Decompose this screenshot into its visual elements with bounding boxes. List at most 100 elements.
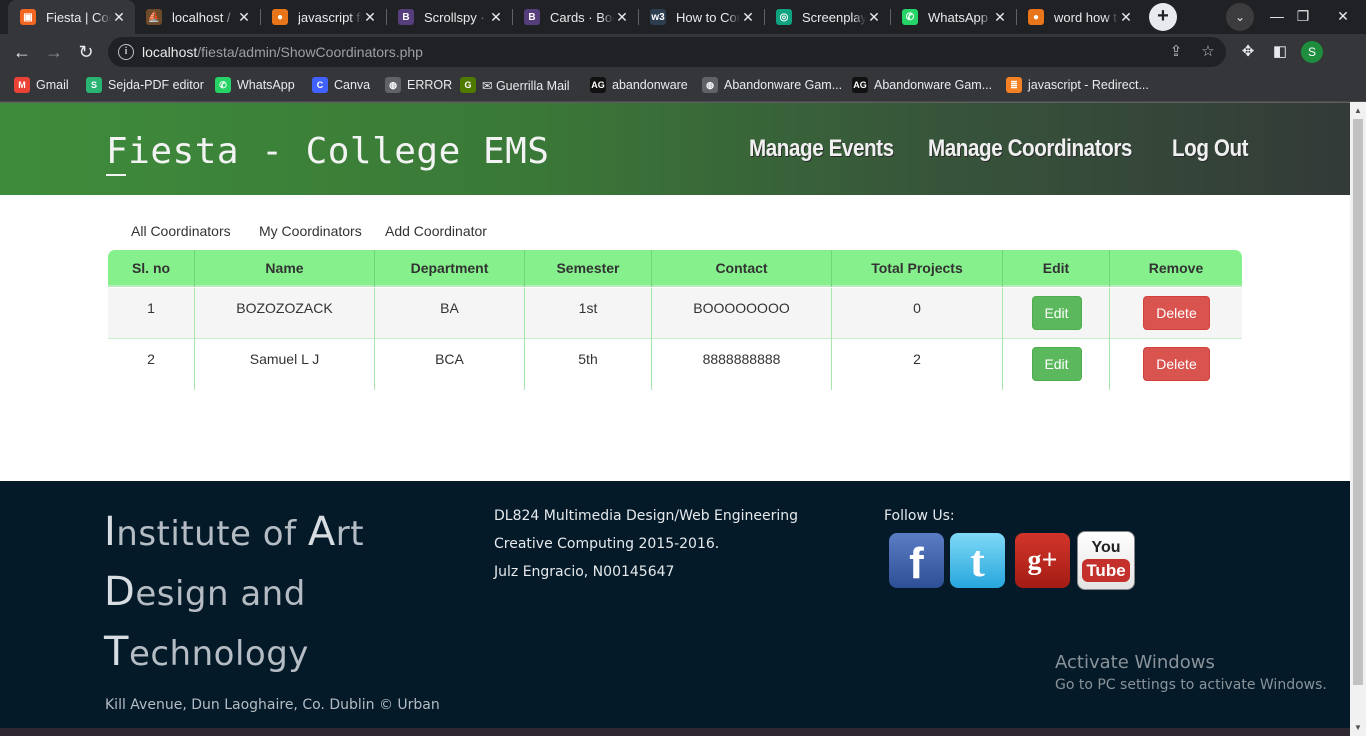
facebook-icon[interactable]: f (889, 533, 944, 588)
browser-tab[interactable]: ● word how to ✕ (1016, 0, 1142, 34)
tab-close-icon[interactable]: ✕ (362, 9, 378, 26)
scroll-down-arrow-icon[interactable]: ▼ (1354, 723, 1362, 732)
close-window-icon[interactable]: ✕ (1320, 0, 1366, 34)
browser-tab[interactable]: ● javascript find✕ (260, 0, 386, 34)
bookmark-item[interactable]: M Gmail (14, 77, 69, 93)
institute-name-line: Institute of Art (104, 509, 364, 555)
nav-link-manage-coordinators[interactable]: Manage Coordinators (928, 135, 1132, 163)
column-header: Total Projects (831, 250, 1002, 287)
tab-close-icon[interactable]: ✕ (236, 9, 252, 26)
bookmark-item[interactable]: S Sejda-PDF editor (86, 77, 204, 93)
tab-close-icon[interactable]: ✕ (866, 9, 882, 26)
institute-initial: A (307, 509, 336, 555)
bookmark-label: javascript - Redirect... (1028, 78, 1149, 92)
column-header: Department (374, 250, 524, 287)
tab-favicon-icon: B (398, 9, 414, 25)
scrollbar-thumb[interactable] (1353, 119, 1363, 685)
column-header: Edit (1002, 250, 1109, 287)
bookmark-item[interactable]: ✆ WhatsApp (215, 77, 295, 93)
bookmark-favicon-icon: G (460, 77, 476, 93)
table-cell-slno: 1 (147, 300, 155, 316)
tab-close-icon[interactable]: ✕ (488, 9, 504, 26)
forward-arrow-icon[interactable]: → (40, 38, 68, 66)
table-cell-total-projects: 0 (831, 288, 1002, 339)
google-plus-icon[interactable]: g+ (1015, 533, 1070, 588)
share-icon[interactable]: ⇪ (1166, 42, 1186, 62)
bookmark-label: Sejda-PDF editor (108, 78, 204, 92)
youtube-icon[interactable]: You Tube (1077, 531, 1135, 590)
bookmark-item[interactable]: ◍ ERROR (385, 77, 452, 93)
browser-tab[interactable]: B Cards · Bootstrap✕ (512, 0, 638, 34)
bookmark-favicon-icon: S (86, 77, 102, 93)
tab-title: Fiesta | Coordinators (46, 9, 111, 25)
table-row: 2 Samuel L J BCA 5th 8888888888 2 Edit Delete (108, 339, 1242, 390)
tab-close-icon[interactable]: ✕ (740, 9, 756, 26)
tab-favicon-icon: ✆ (902, 9, 918, 25)
table-cell-contact: 8888888888 (651, 339, 831, 390)
table-cell-edit: Edit (1002, 288, 1109, 339)
tab-close-icon[interactable]: ✕ (614, 9, 630, 26)
back-arrow-icon[interactable]: ← (8, 38, 36, 66)
subnav-all-coordinators[interactable]: All Coordinators (131, 223, 231, 239)
edit-button[interactable]: Edit (1031, 296, 1082, 330)
url-text[interactable]: localhost/fiesta/admin/ShowCoordinators.… (142, 44, 423, 60)
browser-tab[interactable]: ◎ Screenplay ✕ (764, 0, 890, 34)
bookmark-item[interactable]: ≣ javascript - Redirect... (1006, 77, 1149, 93)
institute-text: nstitute of (116, 514, 308, 554)
watermark-title: Activate Windows (1055, 652, 1215, 673)
subnav-add-coordinator[interactable]: Add Coordinator (385, 223, 487, 239)
browser-tab[interactable]: ▣ Fiesta | Coordinators✕ (8, 0, 135, 34)
bookmark-item[interactable]: G ✉ Guerrilla Mail (460, 77, 570, 93)
tab-favicon-icon: w3 (650, 9, 666, 25)
bookmark-item[interactable]: C Canva (312, 77, 370, 93)
table-cell-name: BOZOZOZACK (194, 288, 374, 339)
new-tab-button[interactable]: + (1149, 3, 1177, 31)
browser-tab[interactable]: ⛵ localhost / 127.0.0.1✕ (134, 0, 260, 34)
tab-close-icon[interactable]: ✕ (992, 9, 1008, 26)
youtube-you: You (1091, 539, 1121, 556)
bookmarks-bar: M Gmail S Sejda-PDF editor ✆ WhatsApp C Canva ◍ E… (0, 70, 1366, 102)
reload-icon[interactable]: ↻ (72, 38, 100, 66)
tab-title: word how to (1054, 9, 1118, 25)
delete-button[interactable]: Delete (1143, 347, 1210, 381)
edit-button[interactable]: Edit (1031, 347, 1082, 381)
bookmark-label: Canva (334, 78, 371, 92)
browser-tab[interactable]: B Scrollspy · Bootstrap✕ (386, 0, 512, 34)
delete-button[interactable]: Delete (1143, 296, 1210, 330)
tab-search-icon[interactable]: ⌄ (1226, 3, 1254, 31)
browser-tab[interactable]: ✆ WhatsApp ✕ (890, 0, 1016, 34)
bookmark-label: Abandonware Gam... (724, 78, 843, 92)
page-scrollbar[interactable]: ▲ ▼ (1350, 102, 1366, 736)
institute-text: echnology (128, 634, 309, 674)
bookmark-favicon-icon: ≣ (1006, 77, 1022, 93)
scroll-up-arrow-icon[interactable]: ▲ (1354, 106, 1362, 115)
twitter-icon[interactable]: t (950, 533, 1005, 588)
browser-tab[interactable]: w3 How to Convert✕ (638, 0, 764, 34)
subnav-my-coordinators[interactable]: My Coordinators (259, 223, 362, 239)
tab-favicon-icon: ⛵ (146, 9, 162, 25)
bookmark-item[interactable]: AG abandonware (590, 77, 688, 93)
tab-close-icon[interactable]: ✕ (1118, 9, 1134, 26)
bookmark-favicon-icon: ✆ (215, 77, 231, 93)
extensions-icon[interactable]: ✥ (1238, 42, 1258, 62)
follow-us-label: Follow Us: (884, 508, 955, 524)
side-panel-icon[interactable]: ◧ (1270, 42, 1290, 62)
column-header: Sl. no (131, 260, 171, 276)
bookmark-item[interactable]: AG Abandonware Gam... (852, 77, 992, 93)
site-info-icon[interactable]: i (118, 44, 134, 60)
bookmark-star-icon[interactable]: ☆ (1198, 42, 1218, 62)
tab-close-icon[interactable]: ✕ (111, 9, 127, 26)
site-brand[interactable]: Fiesta - College EMS (106, 131, 549, 172)
table-cell-semester: 1st (524, 288, 651, 339)
bookmark-item[interactable]: ◍ Abandonware Gam... (702, 77, 842, 93)
table-header: Sl. no Name Department Semester Contact Total… (108, 250, 1242, 287)
address-bar[interactable]: i localhost/fiesta/admin/ShowCoordinator… (108, 37, 1226, 67)
table-cell-total-projects: 2 (831, 339, 1002, 390)
nav-link-manage-events[interactable]: Manage Events (749, 135, 894, 163)
tab-title: javascript find (298, 9, 362, 25)
footer-credit-line: Creative Computing 2015-2016. (494, 536, 720, 552)
column-header: Name (194, 250, 374, 287)
nav-link-log-out[interactable]: Log Out (1172, 135, 1249, 163)
profile-avatar[interactable]: S (1301, 41, 1323, 63)
tab-favicon-icon: ● (1028, 9, 1044, 25)
